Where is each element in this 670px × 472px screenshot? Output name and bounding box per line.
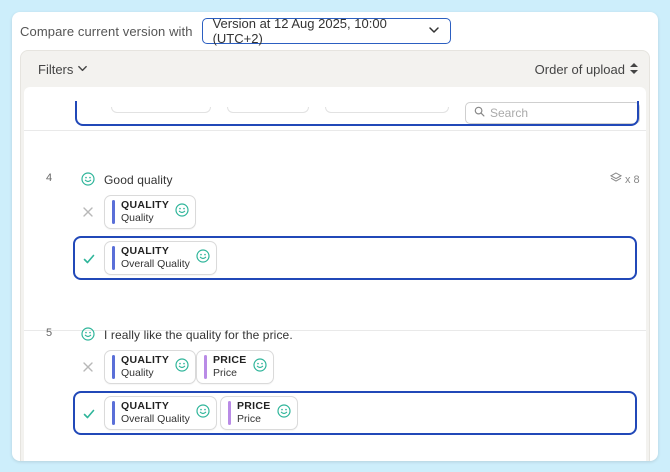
tag-label: Overall Quality — [121, 258, 190, 270]
positive-sentiment-icon — [276, 403, 291, 423]
tag-color-bar — [112, 246, 115, 270]
filters-label: Filters — [38, 62, 74, 77]
reject-x-icon — [82, 360, 94, 372]
positive-sentiment-icon — [81, 327, 95, 341]
tag-label: Quality — [121, 367, 154, 379]
tag-category: PRICE — [213, 354, 247, 366]
positive-sentiment-icon — [175, 202, 189, 222]
annotation-tag[interactable]: QUALITY Quality — [104, 195, 197, 229]
annotation-tag[interactable]: QUALITY Overall Quality — [104, 241, 217, 275]
row-text: I really like the quality for the price. — [104, 328, 293, 342]
tag-category: QUALITY — [121, 400, 170, 412]
annotation-tag[interactable]: PRICE Price — [196, 350, 274, 384]
comparison-card: Compare current version with Version at … — [12, 12, 658, 461]
accept-check-icon — [83, 252, 95, 264]
annotations-list[interactable]: 4 Good quality x 8 QUALITY — [24, 87, 646, 461]
tag-color-bar — [112, 355, 115, 379]
previous-row-tag — [111, 107, 211, 113]
row-divider — [24, 130, 646, 131]
tag-color-bar — [228, 401, 231, 425]
layer-count-value: x 8 — [625, 173, 640, 186]
sort-arrows-icon — [625, 62, 638, 77]
tag-label: Price — [237, 413, 261, 425]
annotations-panel: Filters Order of upload Search 4 Good qu… — [20, 50, 650, 461]
tag-category: PRICE — [237, 400, 271, 412]
tag-color-bar — [112, 401, 115, 425]
filters-button[interactable]: Filters — [38, 62, 88, 77]
tag-label: Quality — [121, 212, 154, 224]
positive-sentiment-icon — [196, 248, 210, 268]
row-number: 4 — [46, 172, 53, 184]
tag-label: Price — [213, 367, 237, 379]
positive-sentiment-icon — [175, 357, 189, 377]
compare-label: Compare current version with — [20, 23, 193, 39]
sort-order-button[interactable]: Order of upload — [535, 62, 638, 77]
tag-color-bar — [204, 355, 207, 379]
layers-icon — [609, 172, 625, 187]
tag-label: Overall Quality — [121, 413, 190, 425]
compare-row: Compare current version with Version at … — [20, 16, 451, 46]
positive-sentiment-icon — [196, 403, 210, 423]
chevron-down-icon — [428, 24, 440, 39]
tag-category: QUALITY — [121, 354, 170, 366]
positive-sentiment-icon — [252, 357, 267, 377]
row-number: 5 — [46, 327, 53, 339]
row-text: Good quality — [104, 173, 173, 187]
annotation-tag[interactable]: QUALITY Quality — [104, 350, 197, 384]
reject-x-icon — [82, 205, 94, 217]
positive-sentiment-icon — [81, 172, 95, 186]
tag-color-bar — [112, 200, 115, 224]
previous-row-selected-box — [75, 101, 639, 126]
accepted-version-box[interactable]: QUALITY Overall Quality PRICE Price — [73, 391, 637, 435]
sort-order-label: Order of upload — [534, 62, 625, 77]
annotation-tag[interactable]: QUALITY Overall Quality — [104, 396, 217, 430]
tag-category: QUALITY — [121, 199, 170, 211]
annotation-tag[interactable]: PRICE Price — [220, 396, 298, 430]
layer-count: x 8 — [609, 172, 640, 187]
version-select-value: Version at 12 Aug 2025, 10:00 (UTC+2) — [212, 16, 387, 46]
chevron-down-icon — [73, 62, 88, 77]
previous-row-tag — [227, 107, 309, 113]
tag-category: QUALITY — [121, 245, 170, 257]
accept-check-icon — [83, 407, 95, 419]
version-select[interactable]: Version at 12 Aug 2025, 10:00 (UTC+2) — [201, 16, 451, 46]
previous-row-tag — [325, 107, 449, 113]
accepted-version-box[interactable]: QUALITY Overall Quality — [73, 236, 637, 280]
